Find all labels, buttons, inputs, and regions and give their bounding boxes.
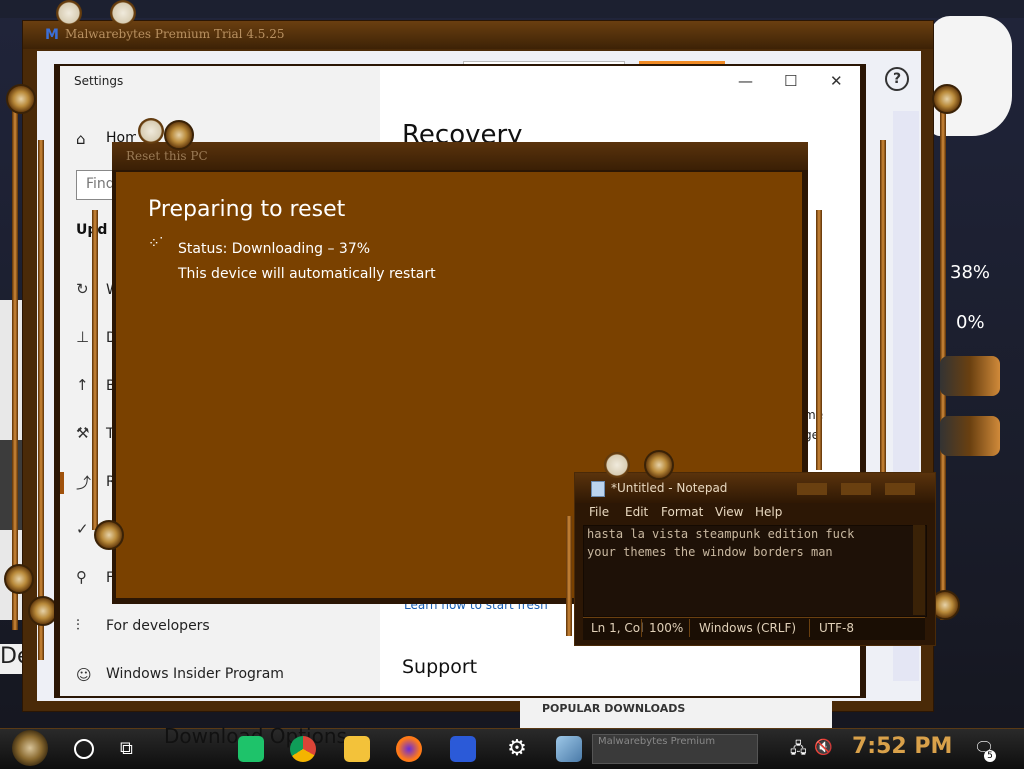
menu-view[interactable]: View xyxy=(715,505,743,519)
search-icon[interactable] xyxy=(74,739,94,759)
pipe-decoration xyxy=(816,210,822,470)
developer-icon[interactable]: ⫶ xyxy=(76,616,80,634)
gauge-icon xyxy=(138,118,164,144)
restart-notice: This device will automatically restart xyxy=(178,266,436,282)
gadget-percent-1: 38% xyxy=(950,262,991,283)
status-divider xyxy=(809,619,810,637)
notepad-title: *Untitled - Notepad xyxy=(611,481,728,495)
notepad-scrollbar[interactable] xyxy=(913,525,925,615)
tank-decoration xyxy=(940,356,1000,396)
reset-heading: Preparing to reset xyxy=(148,197,346,222)
malwarebytes-taskbar-icon[interactable] xyxy=(450,736,476,762)
pipe-decoration xyxy=(92,210,98,530)
status-divider xyxy=(689,619,690,637)
search-placeholder: Find xyxy=(86,176,115,192)
notepad-minimize-button[interactable] xyxy=(797,483,827,495)
notepad-close-button[interactable] xyxy=(885,483,915,495)
status-cursor-position: Ln 1, Col xyxy=(591,621,644,635)
gauge-icon xyxy=(56,0,82,26)
notepad-maximize-button[interactable] xyxy=(841,483,871,495)
wrench-icon[interactable]: ⚒ xyxy=(76,424,89,442)
help-icon[interactable]: ? xyxy=(885,67,909,91)
firefox-icon[interactable] xyxy=(396,736,422,762)
gear-icon xyxy=(644,450,674,480)
task-view-icon[interactable]: ⧉ xyxy=(120,738,133,759)
maximize-button[interactable]: ☐ xyxy=(784,72,797,90)
gear-icon xyxy=(932,84,962,114)
notepad-icon xyxy=(591,481,605,497)
malwarebytes-title: Malwarebytes Premium Trial 4.5.25 xyxy=(65,27,285,41)
reset-app-icon[interactable] xyxy=(556,736,582,762)
support-heading: Support xyxy=(402,656,478,678)
nav-item-windows-insider[interactable]: Windows Insider Program xyxy=(106,666,284,682)
taskbar-window-label: Malwarebytes Premium xyxy=(598,736,716,747)
notepad-window[interactable]: *Untitled - Notepad File Edit Format Vie… xyxy=(574,472,936,646)
nav-selected-indicator xyxy=(60,472,64,494)
minimize-button[interactable]: — xyxy=(738,72,753,90)
tank-decoration xyxy=(940,416,1000,456)
status-divider xyxy=(641,619,642,637)
pipe-decoration xyxy=(566,516,572,636)
home-icon[interactable]: ⌂ xyxy=(76,130,86,148)
start-button[interactable] xyxy=(12,730,48,766)
reset-status-text: Status: Downloading – 37% xyxy=(178,241,371,257)
spinner-icon: ⁘˙ xyxy=(148,236,165,252)
menu-format[interactable]: Format xyxy=(661,505,703,519)
gauge-icon xyxy=(604,452,630,478)
gadget-percent-2: 0% xyxy=(956,312,985,333)
notification-badge: 5 xyxy=(984,750,996,762)
malwarebytes-logo-icon: M xyxy=(45,27,59,43)
gear-icon xyxy=(164,120,194,150)
status-line-ending: Windows (CRLF) xyxy=(699,621,797,635)
volume-muted-icon[interactable]: 🔇 xyxy=(814,738,833,756)
sync-icon[interactable]: ↻ xyxy=(76,280,89,298)
close-button[interactable]: ✕ xyxy=(830,72,843,90)
desktop-top-icons-strip xyxy=(0,0,1024,18)
menu-file[interactable]: File xyxy=(589,505,609,519)
find-device-icon[interactable]: ⚲ xyxy=(76,568,87,586)
notes-app-icon[interactable] xyxy=(238,736,264,762)
pipe-decoration xyxy=(12,90,18,630)
gear-icon xyxy=(6,84,36,114)
gear-icon xyxy=(4,564,34,594)
popular-downloads-label: POPULAR DOWNLOADS xyxy=(542,702,686,715)
file-explorer-icon[interactable] xyxy=(344,736,370,762)
settings-gear-icon[interactable]: ⚙ xyxy=(504,736,530,762)
settings-title: Settings xyxy=(74,74,124,88)
reset-dialog-title: Reset this PC xyxy=(126,149,208,163)
status-zoom: 100% xyxy=(649,621,684,635)
network-icon[interactable]: 🖧 xyxy=(790,738,807,763)
pipe-decoration xyxy=(38,140,44,660)
notepad-text-line: your themes the window borders man xyxy=(587,545,833,559)
reset-dialog-titlebar[interactable] xyxy=(112,142,808,170)
backup-icon[interactable]: ↑ xyxy=(76,376,89,394)
insider-icon[interactable]: ☺ xyxy=(76,666,92,684)
menu-edit[interactable]: Edit xyxy=(625,505,648,519)
status-encoding: UTF-8 xyxy=(819,621,854,635)
notepad-text-line: hasta la vista steampunk edition fuck xyxy=(587,527,855,541)
recovery-icon[interactable]: ⤴ xyxy=(76,472,91,493)
menu-help[interactable]: Help xyxy=(755,505,782,519)
chrome-icon[interactable] xyxy=(290,736,316,762)
nav-item-for-developers[interactable]: For developers xyxy=(106,618,210,634)
activation-icon[interactable]: ✓ xyxy=(76,520,89,538)
gear-icon xyxy=(94,520,124,550)
gauge-icon xyxy=(110,0,136,26)
clock[interactable]: 7:52 PM xyxy=(852,734,952,759)
delivery-icon[interactable]: ⊥ xyxy=(76,328,89,346)
